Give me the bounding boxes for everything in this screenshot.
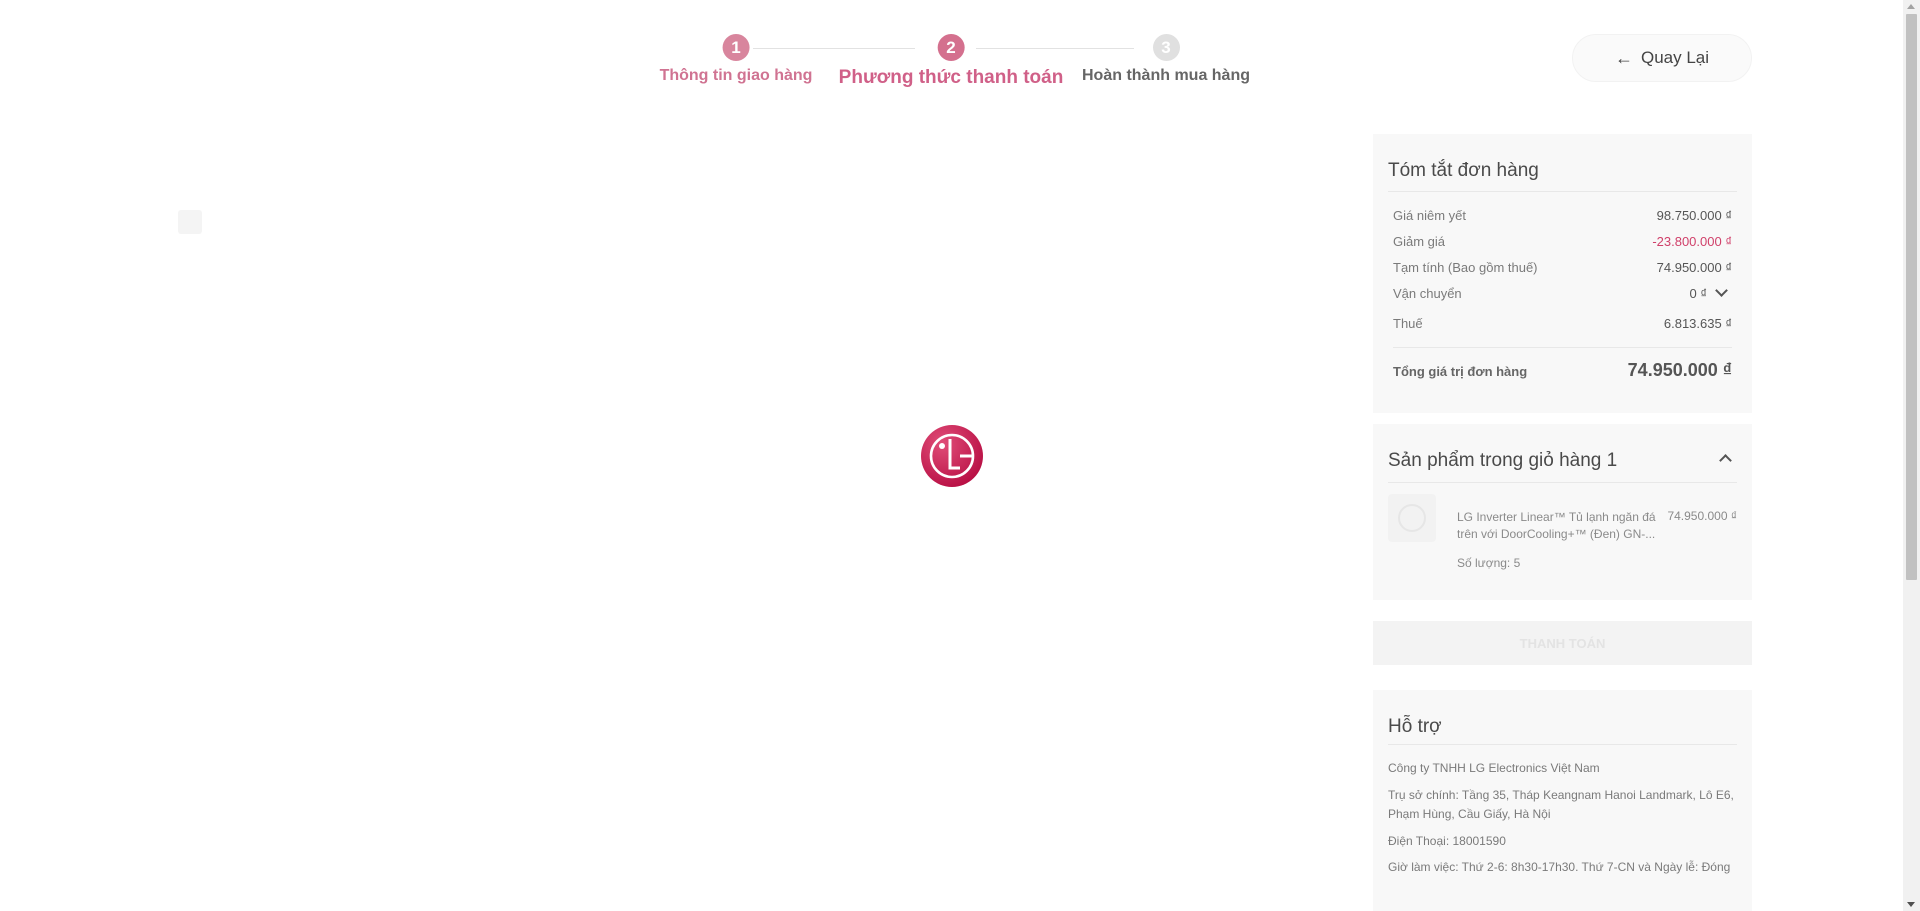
scroll-up-icon[interactable] xyxy=(1907,4,1915,9)
step-number: 3 xyxy=(1152,34,1180,61)
summary-row-discount: Giảm giá -23.800.000 ₫ xyxy=(1393,234,1732,249)
step-payment-method: 2 Phương thức thanh toán xyxy=(838,34,1064,89)
support-address: Trụ sở chính: Tầng 35, Tháp Keangnam Han… xyxy=(1388,788,1734,821)
step-label: Hoàn thành mua hàng xyxy=(1082,67,1250,84)
page-scrollbar[interactable] xyxy=(1903,0,1920,911)
step-number: 1 xyxy=(722,34,750,61)
scrollbar-thumb[interactable] xyxy=(1906,14,1917,580)
summary-row-label: Thuế xyxy=(1393,316,1423,331)
cart-title: Sản phẩm trong giỏ hàng 1 xyxy=(1388,450,1618,471)
summary-row-list-price: Giá niêm yết 98.750.000 ₫ xyxy=(1393,208,1732,223)
summary-row-value: -23.800.000 ₫ xyxy=(1652,234,1732,249)
chevron-up-icon[interactable] xyxy=(1719,454,1732,467)
pay-button[interactable]: THANH TOÁN xyxy=(1373,621,1752,665)
order-total-value: 74.950.000 ₫ xyxy=(1627,360,1732,380)
summary-row-label: Giảm giá xyxy=(1393,234,1446,249)
cart-panel: Sản phẩm trong giỏ hàng 1 LG Inverter Li… xyxy=(1373,424,1752,600)
product-placeholder-icon xyxy=(1398,504,1426,532)
summary-row-label: Vận chuyển xyxy=(1393,286,1462,301)
lg-loading-logo-icon xyxy=(921,425,983,487)
chevron-down-icon[interactable] xyxy=(1715,284,1728,297)
summary-row-tax: Thuế 6.813.635 ₫ xyxy=(1393,316,1732,331)
summary-row-value: 0 ₫ xyxy=(1689,284,1728,301)
summary-row-shipping[interactable]: Vận chuyển 0 ₫ xyxy=(1393,284,1732,301)
summary-row-subtotal: Tạm tính (Bao gồm thuế) 74.950.000 ₫ xyxy=(1393,260,1732,275)
step-label: Thông tin giao hàng xyxy=(659,67,813,84)
arrow-left-icon: ← xyxy=(1614,48,1633,68)
back-button[interactable]: ← Quay Lại xyxy=(1572,34,1752,82)
summary-row-label: Tạm tính (Bao gồm thuế) xyxy=(1393,260,1538,275)
shipping-value: 0 ₫ xyxy=(1689,286,1707,301)
support-panel: Hỗ trợ Công ty TNHH LG Electronics Việt … xyxy=(1373,690,1752,911)
summary-row-value: 74.950.000 ₫ xyxy=(1656,260,1732,275)
divider xyxy=(1388,744,1737,745)
step-label: Phương thức thanh toán xyxy=(838,67,1064,88)
product-name: LG Inverter Linear™ Tủ lạnh ngăn đá trên… xyxy=(1457,510,1656,541)
divider xyxy=(1393,347,1732,348)
summary-row-label: Giá niêm yết xyxy=(1393,208,1466,223)
product-image xyxy=(1388,494,1436,542)
order-summary-panel: Tóm tắt đơn hàng Giá niêm yết 98.750.000… xyxy=(1373,134,1752,413)
divider xyxy=(1388,191,1737,192)
step-number: 2 xyxy=(937,34,965,61)
order-summary-title: Tóm tắt đơn hàng xyxy=(1388,160,1539,181)
summary-row-value: 98.750.000 ₫ xyxy=(1656,208,1732,223)
back-button-label: Quay Lại xyxy=(1640,48,1710,67)
product-price: 74.950.000 ₫ xyxy=(1667,509,1737,523)
scroll-down-icon[interactable] xyxy=(1907,902,1915,907)
step-complete-purchase: 3 Hoàn thành mua hàng xyxy=(1082,34,1250,85)
ghost-checkbox xyxy=(178,210,202,234)
support-phone: Điện Thoại: 18001590 xyxy=(1388,834,1506,848)
support-title: Hỗ trợ xyxy=(1388,716,1442,737)
support-hours: Giờ làm việc: Thứ 2-6: 8h30-17h30. Thứ 7… xyxy=(1388,860,1731,874)
divider xyxy=(1388,482,1737,483)
summary-row-value: 6.813.635 ₫ xyxy=(1663,316,1732,331)
support-company: Công ty TNHH LG Electronics Việt Nam xyxy=(1388,761,1600,775)
order-total-label: Tổng giá trị đơn hàng xyxy=(1393,364,1528,379)
product-quantity: Số lượng: 5 xyxy=(1457,556,1521,570)
step-shipping-info: 1 Thông tin giao hàng xyxy=(659,34,813,85)
